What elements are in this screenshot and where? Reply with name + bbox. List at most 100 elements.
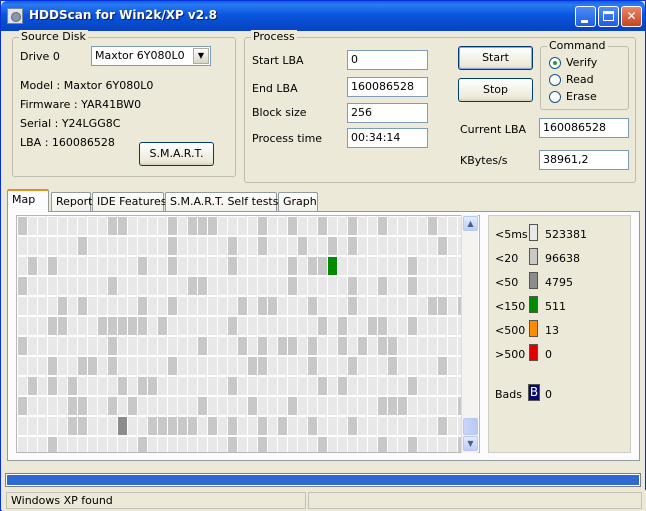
map-block (138, 377, 147, 395)
map-block (298, 357, 307, 375)
map-block (388, 317, 397, 335)
tab-report[interactable]: Report (51, 192, 92, 211)
legend-count-5ms: 523381 (545, 228, 587, 241)
map-block (208, 397, 217, 415)
map-block (418, 297, 427, 315)
map-block (368, 417, 377, 435)
map-block (218, 377, 227, 395)
map-block (368, 237, 377, 255)
map-block (68, 357, 77, 375)
tab-smart-self-tests[interactable]: S.M.A.R.T. Self tests (165, 192, 278, 211)
map-block (208, 377, 217, 395)
map-block (348, 297, 357, 315)
read-radio[interactable] (549, 74, 561, 86)
map-block (428, 237, 437, 255)
erase-radio[interactable] (549, 91, 561, 103)
start-lba-input[interactable]: 0 (347, 50, 428, 70)
map-block (108, 417, 117, 435)
scroll-thumb[interactable] (463, 418, 478, 435)
map-block (228, 317, 237, 335)
map-block (238, 357, 247, 375)
close-button[interactable]: ✕ (621, 6, 642, 27)
map-block (368, 337, 377, 355)
map-block (148, 277, 157, 295)
verify-radio[interactable] (549, 57, 561, 69)
tab-graph[interactable]: Graph (278, 192, 318, 211)
map-block (298, 397, 307, 415)
map-block (258, 237, 267, 255)
legend-count-500ms: 13 (545, 324, 559, 337)
map-block (368, 277, 377, 295)
legend-label-over-500ms: >500 (495, 348, 526, 361)
map-scrollbar[interactable]: ▲ ▼ (461, 215, 478, 453)
map-block (138, 437, 147, 452)
map-block (158, 297, 167, 315)
map-block (148, 417, 157, 435)
drive-select[interactable]: Maxtor 6Y080L0 ▼ (91, 46, 211, 66)
map-block (358, 297, 367, 315)
map-block (328, 417, 337, 435)
map-block (168, 297, 177, 315)
map-block (238, 257, 247, 275)
map-block (138, 277, 147, 295)
map-block (58, 337, 67, 355)
map-block (248, 417, 257, 435)
map-block (388, 277, 397, 295)
read-label[interactable]: Read (566, 73, 594, 86)
map-block (378, 397, 387, 415)
command-title: Command (547, 39, 608, 52)
map-block (48, 217, 57, 235)
maximize-button[interactable] (598, 6, 619, 27)
map-block (198, 437, 207, 452)
map-block (368, 217, 377, 235)
minimize-button[interactable] (575, 6, 596, 27)
map-block (268, 317, 277, 335)
map-block (58, 257, 67, 275)
map-block (128, 377, 137, 395)
map-block (238, 237, 247, 255)
map-block (148, 337, 157, 355)
scroll-down-button[interactable]: ▼ (463, 436, 478, 451)
title-bar[interactable]: HDDScan for Win2k/XP v2.8 ✕ (1, 1, 645, 31)
verify-label[interactable]: Verify (566, 56, 597, 69)
map-block (128, 337, 137, 355)
start-button[interactable]: Start (458, 46, 533, 70)
source-disk-title: Source Disk (19, 30, 88, 43)
tab-ide-features[interactable]: IDE Features (92, 192, 166, 211)
map-block (68, 257, 77, 275)
chevron-down-icon[interactable]: ▼ (193, 48, 209, 64)
map-block (128, 237, 137, 255)
stop-button[interactable]: Stop (458, 78, 533, 102)
map-block (208, 337, 217, 355)
map-block (278, 257, 287, 275)
map-block (308, 397, 317, 415)
map-block (278, 337, 287, 355)
map-block (88, 397, 97, 415)
map-block (408, 337, 417, 355)
app-window: HDDScan for Win2k/XP v2.8 ✕ Source Disk … (0, 0, 646, 511)
map-block (228, 417, 237, 435)
map-block (298, 237, 307, 255)
map-block (198, 397, 207, 415)
map-block (218, 337, 227, 355)
smart-button[interactable]: S.M.A.R.T. (139, 142, 214, 166)
map-block (278, 437, 287, 452)
map-block (198, 237, 207, 255)
end-lba-input[interactable]: 160086528 (347, 77, 428, 97)
map-block (68, 397, 77, 415)
map-block (98, 277, 107, 295)
map-block (248, 377, 257, 395)
map-block (198, 357, 207, 375)
map-block (258, 217, 267, 235)
map-block (218, 417, 227, 435)
block-size-input[interactable]: 256 (347, 103, 428, 123)
map-block (378, 317, 387, 335)
tab-map[interactable]: Map (7, 189, 49, 212)
latency-legend: <5ms 523381 <20 96638 <50 4795 <150 511 … (488, 215, 631, 453)
map-block (178, 417, 187, 435)
end-lba-label: End LBA (252, 82, 298, 95)
map-block (268, 357, 277, 375)
map-block (388, 237, 397, 255)
erase-label[interactable]: Erase (566, 90, 597, 103)
scroll-up-button[interactable]: ▲ (463, 216, 478, 231)
